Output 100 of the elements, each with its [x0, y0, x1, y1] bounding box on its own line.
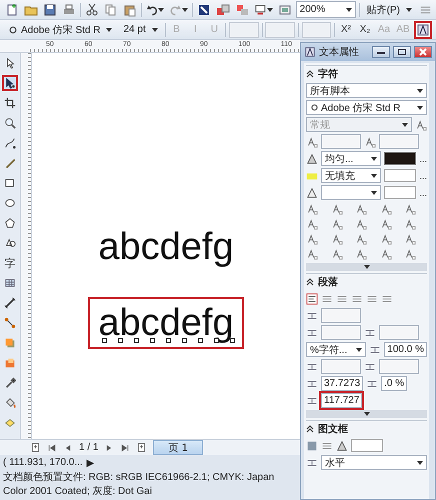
- canvas-text[interactable]: abcdefg: [90, 223, 242, 271]
- minimize-button[interactable]: [372, 46, 390, 58]
- more-options[interactable]: ...: [419, 170, 427, 180]
- font-dropdown[interactable]: Adobe 仿宋 Std R: [306, 100, 427, 115]
- line-spacing-field[interactable]: 100.0 %: [384, 342, 427, 357]
- crop-tool-button[interactable]: [2, 95, 18, 111]
- add-page-icon[interactable]: [30, 442, 41, 453]
- import-icon: [197, 2, 212, 16]
- opentype-feature-icon[interactable]: [380, 248, 392, 260]
- snap-dropdown[interactable]: 贴齐(P): [362, 1, 416, 18]
- undo-icon: [146, 2, 158, 16]
- spacing-field[interactable]: [379, 359, 419, 374]
- expand-arrow[interactable]: ▶: [86, 457, 95, 469]
- node-handle[interactable]: [102, 338, 108, 343]
- kerning-icon: [364, 136, 376, 148]
- text-properties-button[interactable]: [414, 20, 432, 38]
- direction-dropdown[interactable]: 水平: [321, 455, 427, 470]
- previous-page-icon[interactable]: [63, 442, 73, 452]
- language-spacing-field[interactable]: 117.727: [321, 393, 362, 408]
- background-color-icon[interactable]: [306, 440, 318, 452]
- font-size-dropdown[interactable]: 24 pt: [119, 21, 162, 38]
- font-size-field[interactable]: [321, 134, 361, 149]
- align-left-icon[interactable]: [306, 292, 318, 304]
- connector-tool-button[interactable]: [2, 315, 18, 331]
- opentype-feature-icon[interactable]: [380, 218, 392, 230]
- scissors-button[interactable]: [84, 2, 100, 18]
- section-title[interactable]: 段落: [318, 275, 338, 289]
- opentype-feature-icon[interactable]: [355, 218, 368, 230]
- node-handle[interactable]: [166, 338, 172, 343]
- page-tab[interactable]: 页 1: [153, 440, 204, 455]
- fill-icon: [336, 440, 348, 452]
- section-title[interactable]: 图文框: [318, 422, 348, 436]
- export-button[interactable]: [215, 2, 232, 18]
- script-dropdown[interactable]: 所有脚本: [306, 83, 427, 98]
- opentype-feature-icon[interactable]: [355, 248, 368, 260]
- opentype-feature-icon[interactable]: [306, 233, 318, 245]
- font-size-icon: [306, 136, 318, 148]
- font-name: Adobe 仿宋 Std R: [21, 24, 100, 36]
- indent-field[interactable]: [379, 325, 419, 340]
- window-icon: [278, 2, 292, 16]
- shape-tool-button[interactable]: [2, 75, 18, 91]
- word-spacing-field[interactable]: .0 %: [381, 376, 408, 391]
- printer-icon: [62, 2, 76, 16]
- opentype-feature-icon[interactable]: [380, 203, 392, 215]
- chevron-icon[interactable]: [306, 70, 314, 78]
- chevron-icon[interactable]: [306, 278, 314, 286]
- opentype-feature-icon[interactable]: [404, 233, 416, 245]
- more-options[interactable]: ...: [419, 154, 427, 164]
- opentype-feature-icon[interactable]: [330, 233, 343, 245]
- script-button[interactable]: X₂: [357, 22, 373, 38]
- close-button[interactable]: [414, 46, 432, 58]
- smart-fill-icon: [4, 417, 16, 429]
- chevron-icon[interactable]: [306, 425, 314, 433]
- opentype-feature-icon[interactable]: [380, 233, 392, 245]
- no-color-swatch[interactable]: [384, 186, 416, 199]
- opentype-feature-icon[interactable]: [306, 218, 318, 230]
- node-handle[interactable]: [182, 338, 188, 343]
- opentype-feature-icon[interactable]: [330, 218, 343, 230]
- kerning-field[interactable]: [379, 134, 419, 149]
- indent-field[interactable]: [321, 325, 361, 340]
- fill-type-dropdown[interactable]: 均匀...: [321, 151, 382, 166]
- opentype-icon[interactable]: [415, 118, 427, 130]
- opentype-feature-icon[interactable]: [404, 218, 416, 230]
- node-handle[interactable]: [198, 338, 204, 343]
- add-page-icon[interactable]: [136, 442, 148, 453]
- opentype-feature-icon[interactable]: [404, 203, 416, 215]
- no-color-swatch[interactable]: [351, 439, 383, 452]
- opentype-feature-icon[interactable]: [330, 203, 343, 215]
- indent-field[interactable]: [321, 308, 361, 323]
- opentype-feature-icon[interactable]: [355, 233, 368, 245]
- floppy-disk-button[interactable]: [42, 2, 58, 18]
- no-color-swatch[interactable]: [384, 169, 416, 182]
- opentype-feature-icon[interactable]: [306, 203, 318, 215]
- more-options[interactable]: ...: [419, 188, 427, 198]
- node-handle[interactable]: [134, 338, 140, 343]
- zoom-dropdown[interactable]: 200%: [296, 1, 356, 18]
- script-button[interactable]: X²: [338, 22, 354, 38]
- dimension-line-tool-button[interactable]: [2, 295, 18, 311]
- opentype-feature-icon[interactable]: [404, 248, 416, 260]
- character-spacing-field[interactable]: 37.7273: [321, 376, 364, 391]
- font-dropdown[interactable]: Adobe 仿宋 Std R: [4, 21, 116, 38]
- background-fill-dropdown[interactable]: 无填充: [321, 168, 382, 183]
- node-handle[interactable]: [230, 338, 236, 343]
- node-handle[interactable]: [118, 338, 124, 343]
- text-properties-icon: [304, 46, 316, 58]
- first-page-icon[interactable]: [47, 442, 57, 452]
- opentype-feature-icon[interactable]: [355, 203, 368, 215]
- spacing-field[interactable]: [321, 359, 361, 374]
- opentype-feature-icon[interactable]: [306, 248, 318, 260]
- text-tool-button[interactable]: 字: [2, 255, 18, 271]
- section-title[interactable]: 字符: [318, 67, 338, 81]
- color-swatch[interactable]: [384, 152, 416, 165]
- page-counter: 1 / 1: [79, 442, 98, 453]
- node-handle[interactable]: [150, 338, 156, 343]
- maximize-button[interactable]: [393, 46, 411, 58]
- opentype-feature-icon[interactable]: [330, 248, 343, 260]
- node-handle[interactable]: [214, 338, 220, 343]
- canvas-text[interactable]: abcdefg: [88, 297, 244, 349]
- last-page-icon[interactable]: [120, 442, 130, 452]
- spacing-unit-dropdown[interactable]: %字符...: [306, 342, 366, 357]
